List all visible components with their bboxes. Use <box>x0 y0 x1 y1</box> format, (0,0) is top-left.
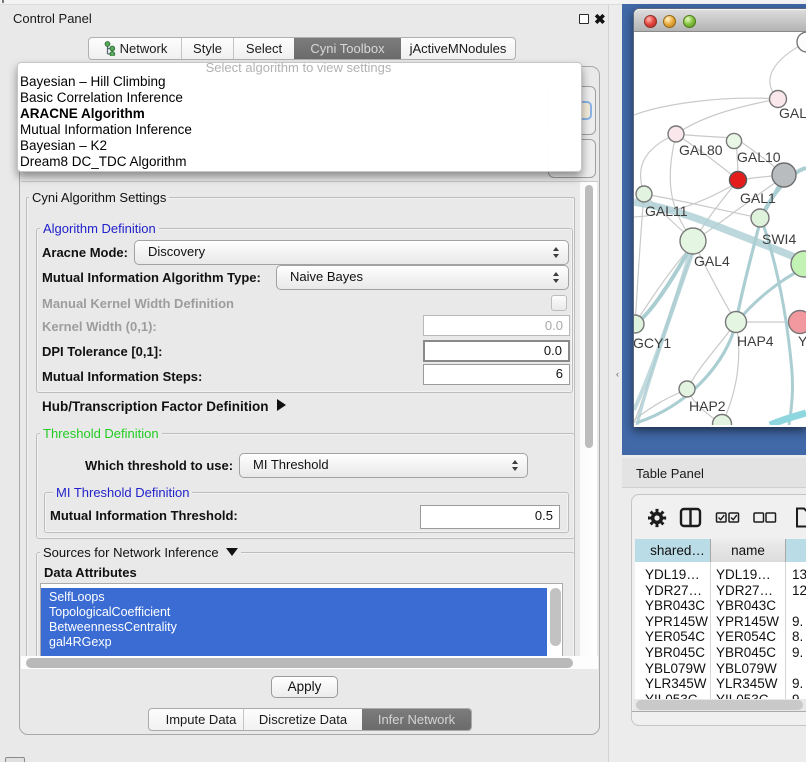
svg-text:HAP4: HAP4 <box>737 333 774 349</box>
svg-text:Y: Y <box>798 333 806 349</box>
svg-text:GAL4: GAL4 <box>694 253 730 269</box>
svg-text:HAP2: HAP2 <box>689 398 726 414</box>
svg-text:GAL: GAL <box>779 105 806 121</box>
svg-text:GCY1: GCY1 <box>634 335 671 351</box>
svg-text:GAL10: GAL10 <box>737 149 781 165</box>
svg-text:GAL1: GAL1 <box>740 190 776 206</box>
svg-text:GAL11: GAL11 <box>645 203 688 219</box>
svg-text:SWI4: SWI4 <box>762 231 796 247</box>
svg-text:GAL80: GAL80 <box>679 142 723 158</box>
